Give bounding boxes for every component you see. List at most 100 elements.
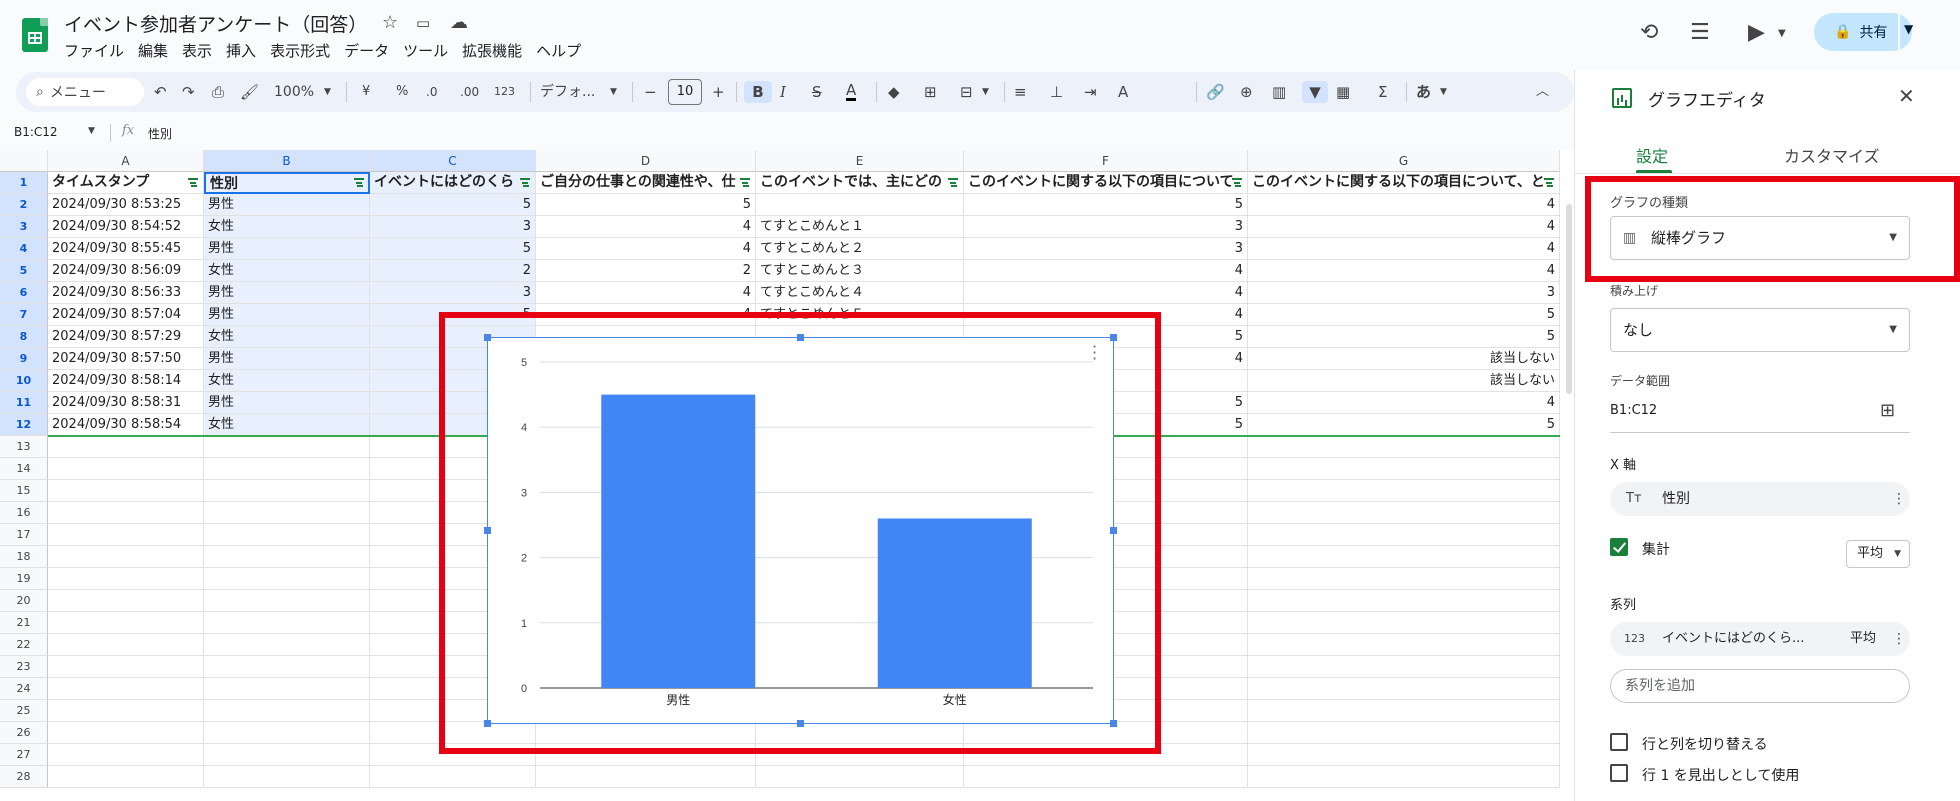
- insert-comment-icon[interactable]: ⊕: [1240, 81, 1253, 103]
- menu-help[interactable]: ヘルプ: [536, 40, 581, 61]
- x-axis-more-icon[interactable]: ⋮: [1892, 482, 1906, 516]
- table-cell[interactable]: 2024/09/30 8:57:29: [48, 326, 204, 348]
- table-cell[interactable]: [204, 546, 370, 568]
- table-cell[interactable]: [756, 766, 964, 788]
- table-cell[interactable]: [48, 480, 204, 502]
- table-cell[interactable]: 2024/09/30 8:54:52: [48, 216, 204, 238]
- table-cell[interactable]: 2024/09/30 8:57:50: [48, 348, 204, 370]
- row-header[interactable]: 6: [0, 282, 48, 304]
- table-cell[interactable]: 3: [964, 238, 1248, 260]
- font-chevron-down-icon[interactable]: ▼: [610, 81, 617, 103]
- filter-button[interactable]: [186, 172, 202, 194]
- header-cell[interactable]: このイベントでは、主にどの: [756, 172, 964, 194]
- sheets-logo-icon[interactable]: [22, 18, 48, 52]
- resize-handle[interactable]: [797, 334, 804, 341]
- data-range-input[interactable]: B1:C12: [1610, 403, 1657, 418]
- table-cell[interactable]: [48, 678, 204, 700]
- table-cell[interactable]: 2024/09/30 8:58:14: [48, 370, 204, 392]
- filter-icon[interactable]: [520, 178, 530, 187]
- table-cell[interactable]: [204, 458, 370, 480]
- table-cell[interactable]: 2024/09/30 8:56:33: [48, 282, 204, 304]
- chart-container[interactable]: 0 1 2 3 4 5 男性 女性 · · ·: [487, 337, 1114, 724]
- table-cell[interactable]: [48, 590, 204, 612]
- filter-button[interactable]: [352, 172, 368, 194]
- menu-extensions[interactable]: 拡張機能: [462, 40, 522, 61]
- stacking-select[interactable]: なし ▼: [1610, 308, 1910, 352]
- table-cell[interactable]: [536, 744, 756, 766]
- functions-icon[interactable]: Σ: [1378, 81, 1387, 103]
- header-cell[interactable]: 性別: [204, 172, 370, 194]
- horizontal-align-icon[interactable]: ≡: [1014, 81, 1027, 103]
- chart-more-options-icon[interactable]: · · ·: [1092, 339, 1097, 367]
- borders-icon[interactable]: ⊞: [924, 81, 937, 103]
- resize-handle[interactable]: [797, 720, 804, 727]
- header-cell[interactable]: このイベントに関する以下の項目について: [964, 172, 1248, 194]
- formula-input[interactable]: 性別: [148, 125, 172, 142]
- table-cell[interactable]: 4: [1248, 238, 1560, 260]
- resize-handle[interactable]: [484, 720, 491, 727]
- column-header-d[interactable]: D: [536, 150, 756, 172]
- table-cell[interactable]: 2024/09/30 8:55:45: [48, 238, 204, 260]
- move-folder-icon[interactable]: ▭: [416, 14, 430, 32]
- row-header[interactable]: 26: [0, 722, 48, 744]
- table-cell[interactable]: [204, 656, 370, 678]
- filter-button[interactable]: [518, 172, 534, 194]
- row-header[interactable]: 14: [0, 458, 48, 480]
- table-cell[interactable]: 女性: [204, 370, 370, 392]
- vertical-align-icon[interactable]: ⊥: [1050, 81, 1063, 103]
- menu-edit[interactable]: 編集: [138, 40, 168, 61]
- table-cell[interactable]: 5: [370, 194, 536, 216]
- table-cell[interactable]: てすとこめんと５: [756, 304, 964, 326]
- increase-decimal-button[interactable]: .00: [460, 81, 479, 103]
- table-cell[interactable]: 2024/09/30 8:58:54: [48, 414, 204, 436]
- column-header-g[interactable]: G: [1248, 150, 1560, 172]
- header-cell[interactable]: ご自分の仕事との関連性や、仕: [536, 172, 756, 194]
- table-cell[interactable]: 5: [1248, 304, 1560, 326]
- table-cell[interactable]: 4: [964, 282, 1248, 304]
- insert-link-icon[interactable]: 🔗: [1206, 81, 1225, 103]
- table-cell[interactable]: 2024/09/30 8:56:09: [48, 260, 204, 282]
- percent-format-button[interactable]: %: [396, 81, 408, 103]
- table-cell[interactable]: 女性: [204, 216, 370, 238]
- zoom-chevron-down-icon[interactable]: ▼: [324, 81, 331, 103]
- table-cell[interactable]: [1248, 656, 1560, 678]
- table-cell[interactable]: 5: [1248, 326, 1560, 348]
- filter-icon[interactable]: ▼: [1302, 81, 1328, 103]
- table-cell[interactable]: てすとこめんと３: [756, 260, 964, 282]
- row-header[interactable]: 16: [0, 502, 48, 524]
- table-cell[interactable]: [1248, 436, 1560, 458]
- table-cell[interactable]: [536, 766, 756, 788]
- table-cell[interactable]: 5: [370, 238, 536, 260]
- table-cell[interactable]: 2024/09/30 8:57:04: [48, 304, 204, 326]
- column-header-f[interactable]: F: [964, 150, 1248, 172]
- table-cell[interactable]: 男性: [204, 348, 370, 370]
- table-cell[interactable]: [204, 744, 370, 766]
- vertical-scrollbar[interactable]: [1566, 204, 1572, 394]
- paint-format-icon[interactable]: 🖌: [240, 81, 259, 103]
- row-header[interactable]: 15: [0, 480, 48, 502]
- table-cell[interactable]: 3: [370, 216, 536, 238]
- table-cell[interactable]: 3: [370, 282, 536, 304]
- menu-view[interactable]: 表示: [182, 40, 212, 61]
- row-header[interactable]: 4: [0, 238, 48, 260]
- table-cell[interactable]: [204, 524, 370, 546]
- name-box-chevron-down-icon[interactable]: ▼: [88, 126, 95, 136]
- resize-handle[interactable]: [1110, 334, 1117, 341]
- table-cell[interactable]: [370, 744, 536, 766]
- row-header[interactable]: 27: [0, 744, 48, 766]
- row-header[interactable]: 12: [0, 414, 48, 436]
- insert-chart-icon[interactable]: ▥: [1272, 81, 1286, 103]
- zoom-select[interactable]: 100%: [274, 81, 314, 103]
- column-header-a[interactable]: A: [48, 150, 204, 172]
- table-cell[interactable]: [1248, 590, 1560, 612]
- merge-cells-icon[interactable]: ⊟: [960, 81, 973, 103]
- table-cell[interactable]: [1248, 744, 1560, 766]
- table-cell[interactable]: [204, 722, 370, 744]
- row-header[interactable]: 21: [0, 612, 48, 634]
- font-size-decrease-button[interactable]: −: [644, 81, 657, 103]
- table-cell[interactable]: [204, 568, 370, 590]
- table-cell[interactable]: [370, 722, 536, 744]
- table-cell[interactable]: 男性: [204, 194, 370, 216]
- table-cell[interactable]: [204, 480, 370, 502]
- table-cell[interactable]: てすとこめんと１: [756, 216, 964, 238]
